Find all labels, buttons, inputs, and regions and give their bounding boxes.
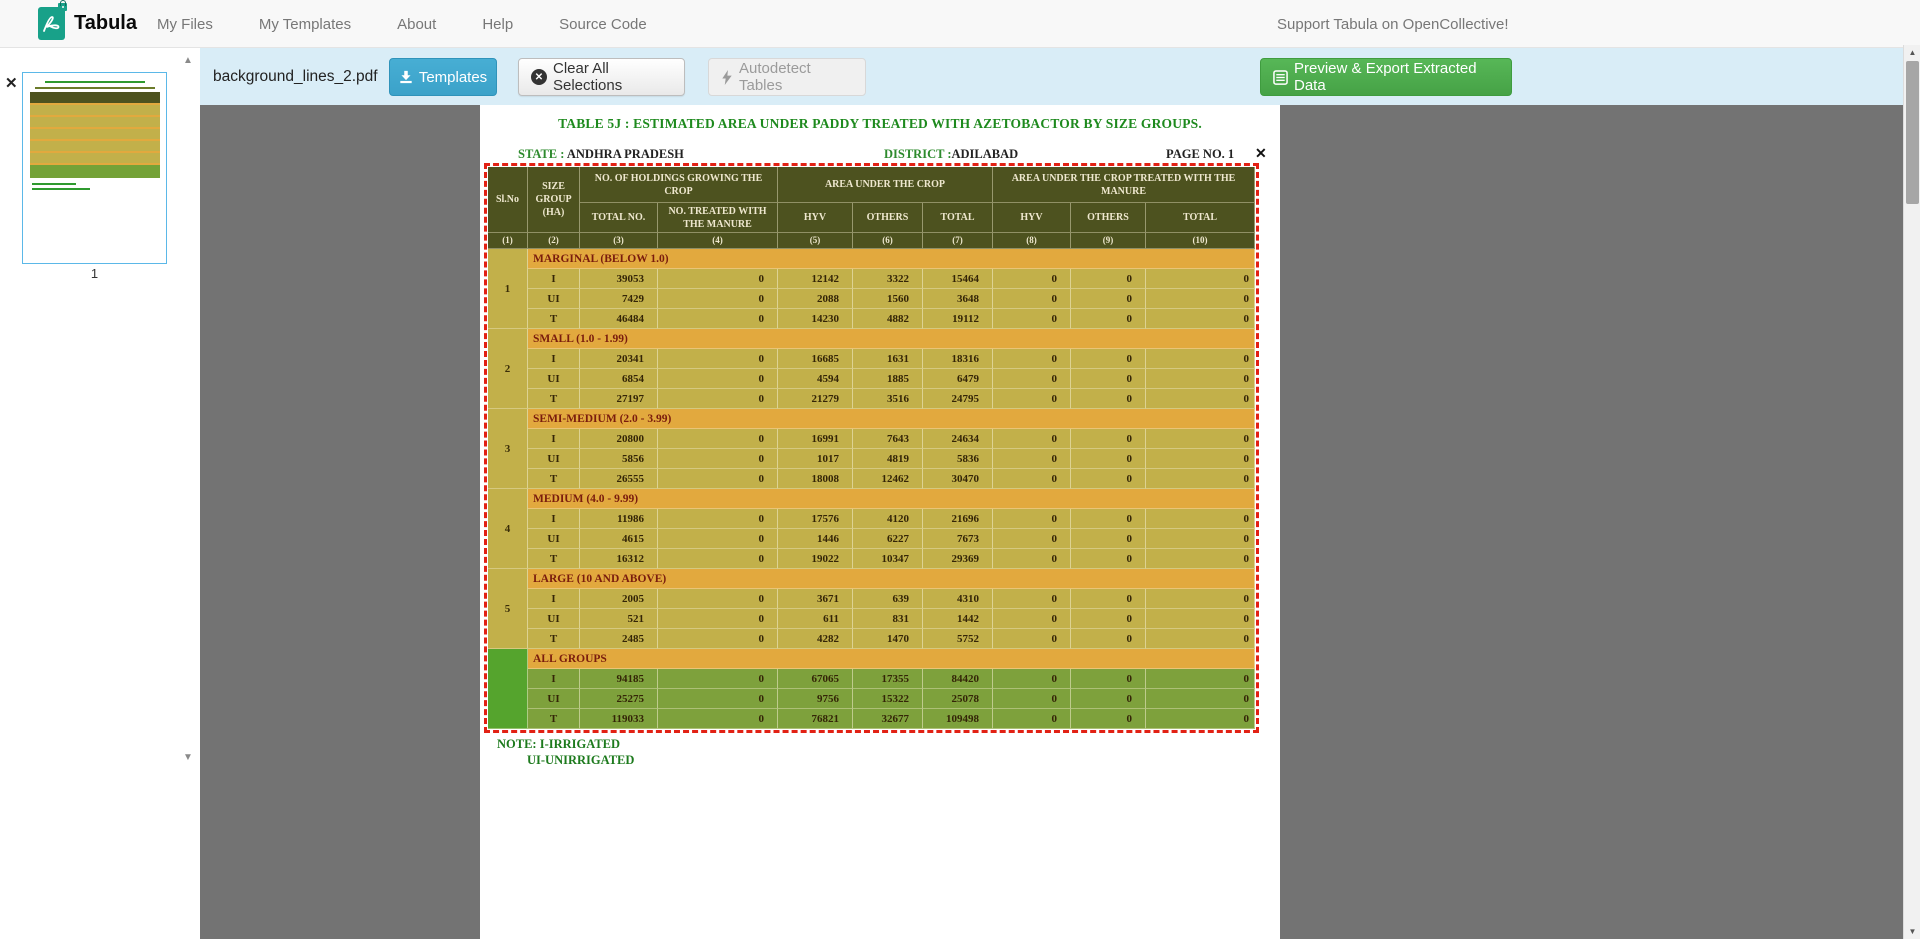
window-scrollbar[interactable]: ▲ ▼ — [1903, 45, 1920, 939]
thumbnail-page-number: 1 — [22, 266, 167, 281]
sidebar: ✕ 1 ▲ ▼ — [0, 48, 200, 939]
thumb-table-footer — [30, 165, 160, 178]
state-label: STATE : — [518, 147, 564, 161]
brand-name: Tabula — [74, 12, 137, 35]
tabula-app: Tabula My Files My Templates About Help … — [0, 0, 1920, 939]
thumb-title-line — [45, 81, 145, 83]
brand[interactable]: Tabula — [38, 7, 137, 40]
templates-button[interactable]: Templates — [389, 58, 497, 96]
page-thumbnail[interactable] — [22, 72, 167, 264]
document-area: TABLE 5J : ESTIMATED AREA UNDER PADDY TR… — [200, 105, 1920, 939]
open-filename: background_lines_2.pdf — [213, 48, 378, 105]
state-line: STATE : ANDHRA PRADESH — [518, 147, 684, 162]
thumb-note-line — [32, 183, 76, 185]
save-template-icon — [399, 70, 413, 84]
district-value: ADILABAD — [952, 147, 1019, 161]
thumb-table-body — [30, 103, 160, 165]
district-line: DISTRICT :ADILABAD — [884, 147, 1018, 162]
sidebar-scroll-up-icon[interactable]: ▲ — [183, 55, 193, 66]
selection-close-icon[interactable]: ✕ — [1255, 145, 1267, 162]
nav-source-code[interactable]: Source Code — [559, 16, 647, 33]
page-no-label: PAGE NO. 1 — [1166, 147, 1234, 162]
autodetect-tables-button[interactable]: Autodetect Tables — [708, 58, 866, 96]
sidebar-scroll-down-icon[interactable]: ▼ — [183, 752, 193, 763]
thumb-note-line2 — [32, 188, 90, 190]
district-label: DISTRICT : — [884, 147, 952, 161]
nav-help[interactable]: Help — [482, 16, 513, 33]
clear-label: Clear All Selections — [553, 60, 672, 94]
scrollbar-down-icon[interactable]: ▼ — [1904, 924, 1920, 939]
note-line2: UI-UNIRRIGATED — [527, 753, 634, 768]
nav-my-templates[interactable]: My Templates — [259, 16, 351, 33]
nav-my-files[interactable]: My Files — [157, 16, 213, 33]
note-line1: NOTE: I-IRRIGATED — [497, 737, 620, 752]
selection-region[interactable] — [484, 163, 1259, 733]
clear-circle-x-icon: ✕ — [531, 69, 547, 85]
templates-label: Templates — [419, 69, 487, 86]
thumb-meta-line — [35, 87, 155, 89]
scrollbar-thumb[interactable] — [1906, 61, 1919, 204]
navbar: Tabula My Files My Templates About Help … — [0, 0, 1920, 48]
tabula-logo-icon — [38, 7, 65, 40]
lightning-icon — [721, 70, 733, 85]
toolbar: background_lines_2.pdf Templates ✕ Clear… — [200, 48, 1920, 105]
lock-icon — [58, 3, 67, 11]
export-label: Preview & Export Extracted Data — [1294, 60, 1499, 94]
main-area: background_lines_2.pdf Templates ✕ Clear… — [200, 48, 1920, 939]
autodetect-label: Autodetect Tables — [739, 60, 853, 94]
preview-export-button[interactable]: Preview & Export Extracted Data — [1260, 58, 1512, 96]
scrollbar-up-icon[interactable]: ▲ — [1904, 45, 1920, 60]
pdf-page: TABLE 5J : ESTIMATED AREA UNDER PADDY TR… — [480, 105, 1280, 939]
pdf-table-title: TABLE 5J : ESTIMATED AREA UNDER PADDY TR… — [480, 116, 1280, 132]
nav-about[interactable]: About — [397, 16, 436, 33]
selection-dashed-border — [484, 163, 1259, 733]
table-list-icon — [1273, 70, 1288, 85]
nav-links: My Files My Templates About Help Source … — [157, 0, 693, 48]
support-link[interactable]: Support Tabula on OpenCollective! — [1277, 0, 1509, 48]
clear-all-selections-button[interactable]: ✕ Clear All Selections — [518, 58, 685, 96]
thumb-table-header — [30, 92, 160, 103]
remove-file-icon[interactable]: ✕ — [5, 76, 18, 91]
state-value: ANDHRA PRADESH — [567, 147, 684, 161]
